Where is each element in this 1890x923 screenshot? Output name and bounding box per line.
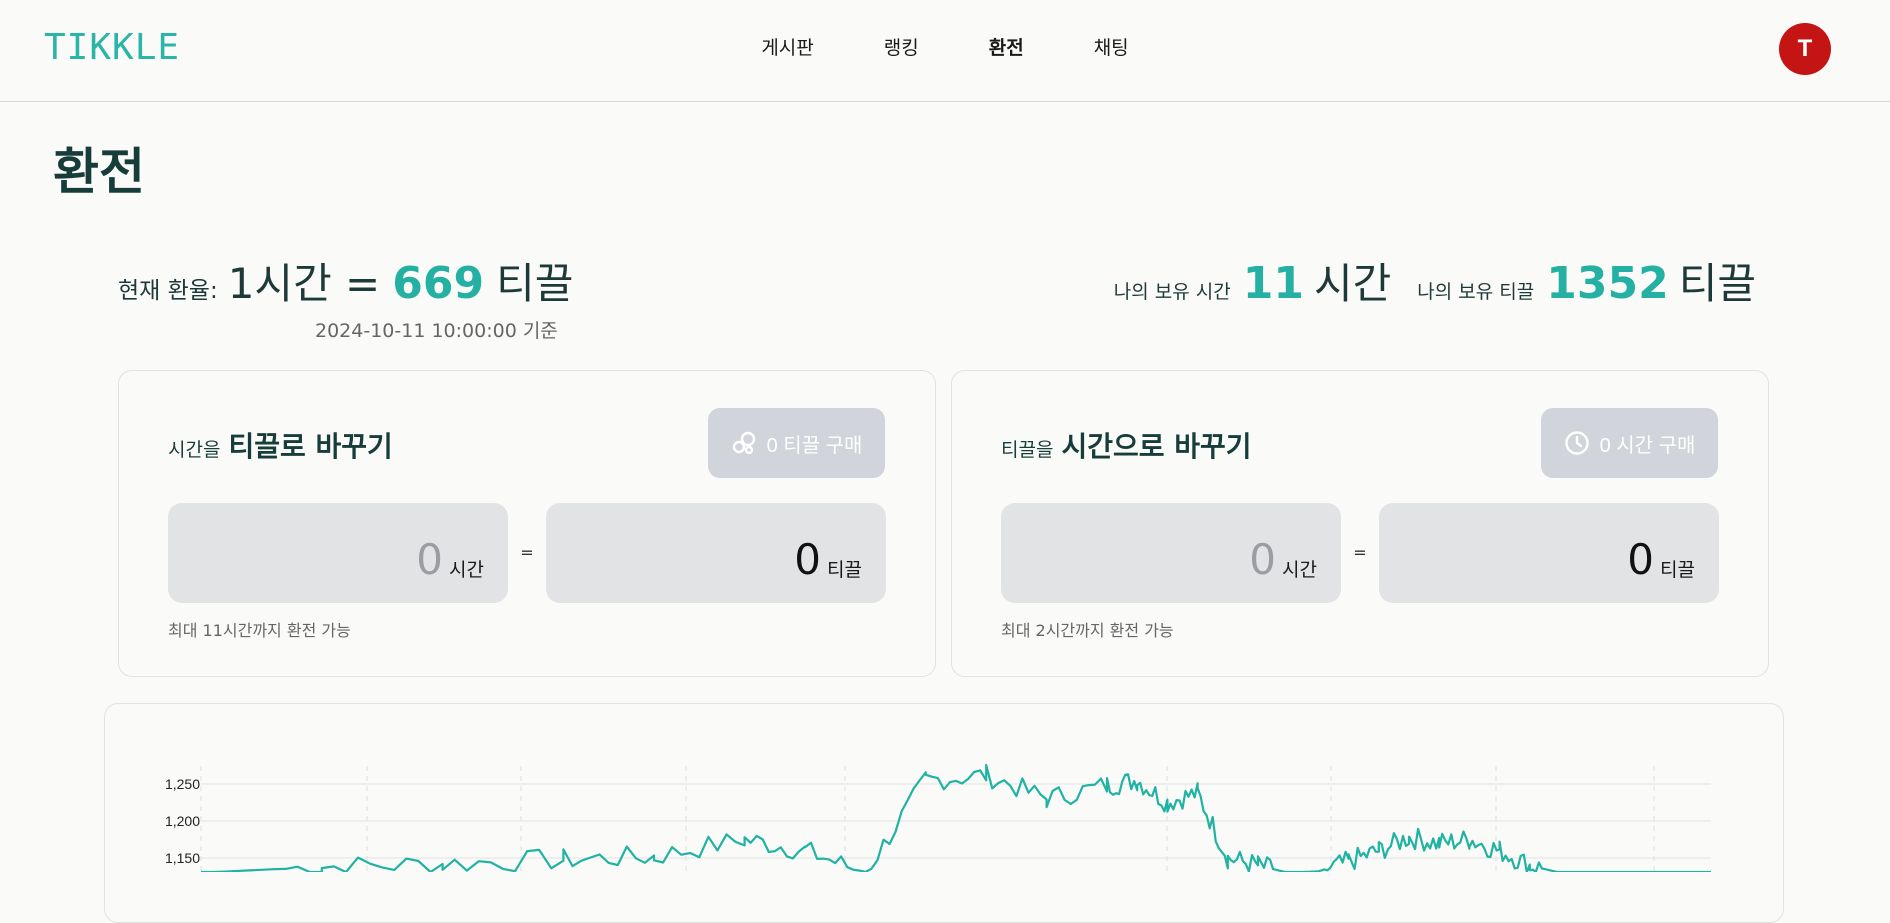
nav-item-exchange[interactable]: 환전 [954, 36, 1059, 60]
card-title: 티끌을 시간으로 바꾸기 [1001, 425, 1252, 465]
card-title-big: 시간으로 바꾸기 [1061, 430, 1252, 463]
tikkle-unit: 티끌 [827, 559, 862, 581]
time-unit: 시간 [449, 559, 484, 581]
time-to-tikkle-card: 시간을 티끌로 바꾸기 0 티끌 구매 0 시간 = 0 티끌 최대 11시간까… [118, 370, 936, 677]
card-title-big: 티끌로 바꾸기 [228, 430, 393, 463]
max-exchange-note: 최대 2시간까지 환전 가능 [1001, 621, 1174, 640]
my-holdings: 나의 보유 시간 11 시간 나의 보유 티끌 1352 티끌 [1114, 250, 1756, 311]
top-navbar: TIKKLE 게시판 랭킹 환전 채팅 T [0, 0, 1890, 102]
rate-date: 2024-10-11 10:00:00 기준 [315, 320, 558, 342]
time-input-field[interactable]: 0 시간 [1001, 503, 1341, 603]
time-holding-value: 11 [1242, 258, 1304, 309]
main-nav: 게시판 랭킹 환전 채팅 [0, 36, 1890, 60]
rate-value: 669 [392, 258, 485, 309]
tikkle-unit: 티끌 [1660, 559, 1695, 581]
equals-sign: = [1353, 543, 1367, 562]
time-input-field[interactable]: 0 시간 [168, 503, 508, 603]
clock-icon [1564, 431, 1589, 455]
max-exchange-note: 최대 11시간까지 환전 가능 [168, 621, 351, 640]
nav-item-ranking[interactable]: 랭킹 [849, 36, 954, 60]
nav-item-board[interactable]: 게시판 [726, 36, 848, 60]
page-title: 환전 [53, 143, 145, 201]
card-title-small: 티끌을 [1001, 439, 1054, 461]
buy-time-label: 0 시간 구매 [1599, 434, 1696, 457]
equals-sign: = [520, 543, 534, 562]
user-avatar[interactable]: T [1779, 23, 1831, 75]
y-tick-label: 1,150 [165, 850, 200, 866]
buy-tikkle-label: 0 티끌 구매 [766, 434, 863, 457]
buy-tikkle-button[interactable]: 0 티끌 구매 [708, 408, 885, 478]
card-title: 시간을 티끌로 바꾸기 [168, 425, 393, 465]
tikkle-output-value: 0 [794, 535, 822, 584]
time-input-value[interactable]: 0 [416, 539, 443, 581]
tikkle-output-field: 0 티끌 [1379, 503, 1719, 603]
tikkle-output-value: 0 [1627, 535, 1655, 584]
tikkle-holding-unit: 티끌 [1678, 259, 1756, 308]
tikkle-holding-label: 나의 보유 티끌 [1417, 281, 1535, 303]
tikkle-holding-value: 1352 [1546, 258, 1669, 309]
tikkle-output-field: 0 티끌 [546, 503, 886, 603]
rate-line-chart: 1,250 1,200 1,150 [165, 763, 1711, 872]
card-title-small: 시간을 [168, 439, 221, 461]
exchange-rate: 현재 환율: 1시간 = 669 티끌 [118, 250, 573, 311]
nav-item-chat[interactable]: 채팅 [1059, 36, 1164, 60]
time-holding-unit: 시간 [1314, 259, 1392, 308]
rate-left: 1시간 = [227, 259, 381, 308]
time-unit: 시간 [1282, 559, 1317, 581]
series-line-0 [201, 763, 1711, 872]
rate-unit: 티끌 [496, 259, 574, 308]
y-tick-label: 1,200 [165, 813, 200, 829]
buy-time-button[interactable]: 0 시간 구매 [1541, 408, 1718, 478]
time-input-value[interactable]: 0 [1249, 539, 1276, 581]
y-tick-label: 1,250 [165, 776, 200, 792]
exchange-rate-chart: 1,250 1,200 1,150 [104, 703, 1784, 923]
tikkle-to-time-card: 티끌을 시간으로 바꾸기 0 시간 구매 0 시간 = 0 티끌 최대 2시간까… [951, 370, 1769, 677]
rate-label: 현재 환율: [118, 278, 218, 304]
time-holding-label: 나의 보유 시간 [1113, 281, 1231, 303]
coins-icon [732, 431, 755, 455]
